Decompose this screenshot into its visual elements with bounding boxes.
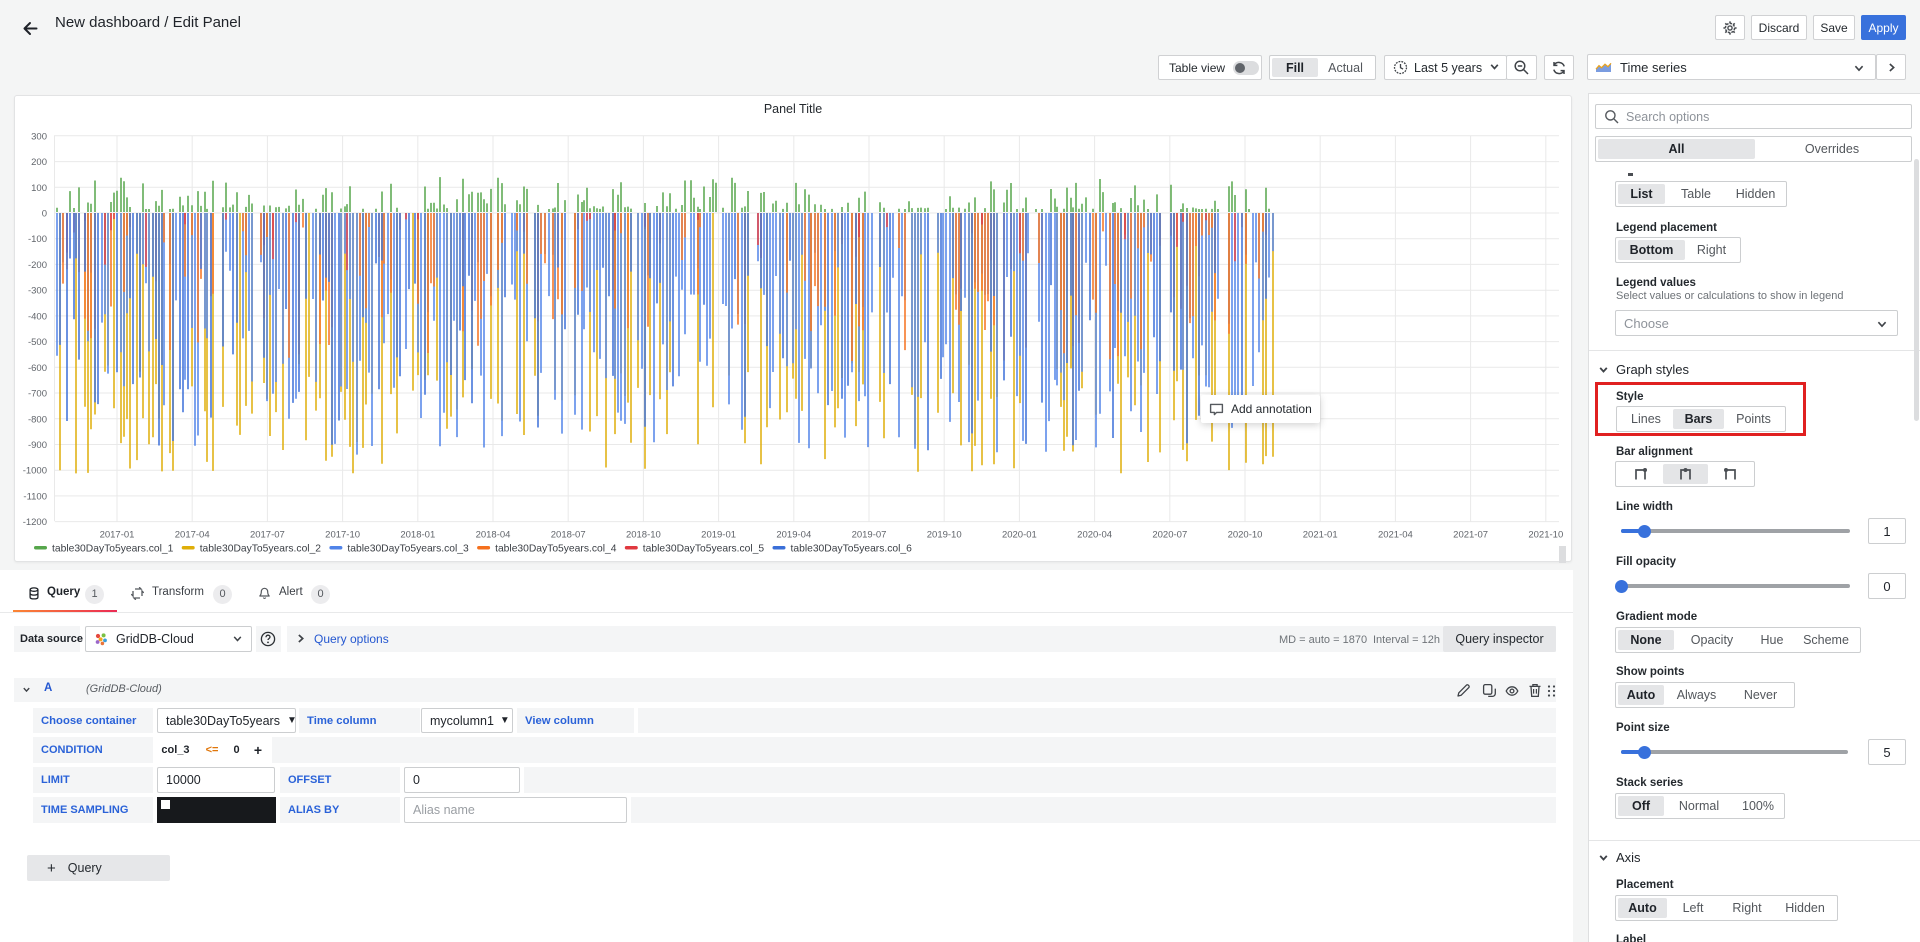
svg-text:2021-10: 2021-10: [1528, 530, 1563, 541]
svg-text:-600: -600: [28, 363, 47, 374]
svg-text:table30DayTo5years.col_1: table30DayTo5years.col_1: [52, 544, 174, 555]
svg-text:table30DayTo5years.col_5: table30DayTo5years.col_5: [643, 544, 765, 555]
svg-text:-100: -100: [28, 234, 47, 245]
svg-text:200: 200: [31, 157, 47, 168]
svg-text:2018-04: 2018-04: [476, 530, 511, 541]
svg-text:table30DayTo5years.col_6: table30DayTo5years.col_6: [791, 544, 913, 555]
svg-text:2017-04: 2017-04: [175, 530, 210, 541]
svg-text:table30DayTo5years.col_4: table30DayTo5years.col_4: [495, 544, 617, 555]
svg-text:2020-01: 2020-01: [1002, 530, 1037, 541]
svg-text:-300: -300: [28, 286, 47, 297]
svg-text:table30DayTo5years.col_2: table30DayTo5years.col_2: [200, 544, 322, 555]
svg-text:-400: -400: [28, 311, 47, 322]
svg-text:2018-10: 2018-10: [626, 530, 661, 541]
svg-text:2020-04: 2020-04: [1077, 530, 1112, 541]
svg-text:2021-07: 2021-07: [1453, 530, 1488, 541]
svg-text:2019-07: 2019-07: [852, 530, 887, 541]
svg-text:-1000: -1000: [23, 466, 47, 477]
svg-text:table30DayTo5years.col_3: table30DayTo5years.col_3: [347, 544, 469, 555]
svg-text:2018-07: 2018-07: [551, 530, 586, 541]
svg-text:2021-04: 2021-04: [1378, 530, 1413, 541]
svg-text:2017-07: 2017-07: [250, 530, 285, 541]
svg-text:300: 300: [31, 131, 47, 142]
svg-text:2020-10: 2020-10: [1228, 530, 1263, 541]
svg-text:-1200: -1200: [23, 517, 47, 528]
svg-text:2018-01: 2018-01: [400, 530, 435, 541]
svg-text:-700: -700: [28, 389, 47, 400]
svg-text:2017-10: 2017-10: [325, 530, 360, 541]
svg-text:2019-04: 2019-04: [776, 530, 811, 541]
svg-text:2020-07: 2020-07: [1152, 530, 1187, 541]
svg-text:-800: -800: [28, 414, 47, 425]
svg-text:2017-01: 2017-01: [100, 530, 135, 541]
svg-text:-900: -900: [28, 440, 47, 451]
svg-text:0: 0: [42, 209, 47, 220]
svg-text:2019-10: 2019-10: [927, 530, 962, 541]
svg-text:2021-01: 2021-01: [1303, 530, 1338, 541]
svg-text:-500: -500: [28, 337, 47, 348]
svg-text:2019-01: 2019-01: [701, 530, 736, 541]
svg-text:-200: -200: [28, 260, 47, 271]
svg-text:100: 100: [31, 183, 47, 194]
svg-text:-1100: -1100: [23, 491, 47, 502]
